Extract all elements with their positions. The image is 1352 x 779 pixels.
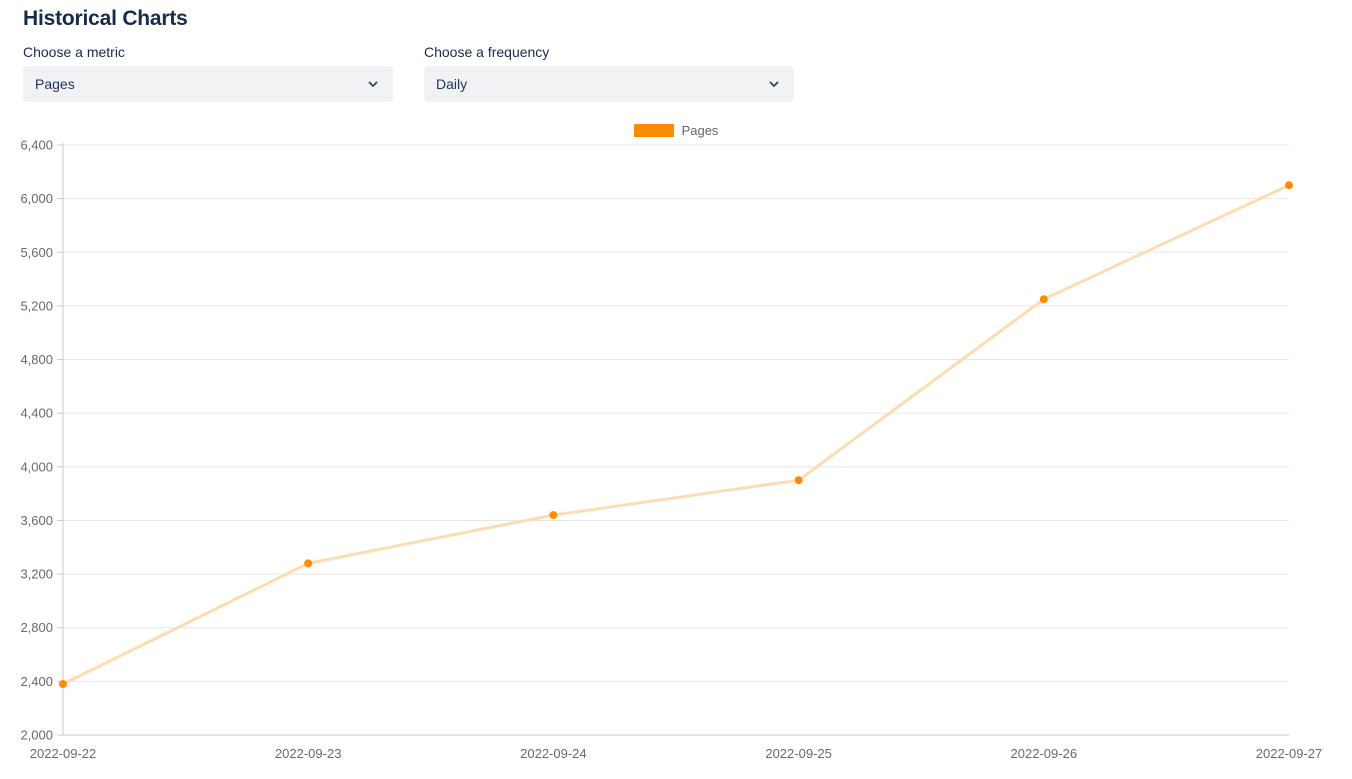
y-tick-label: 2,400 <box>20 674 53 689</box>
chevron-down-icon <box>768 78 780 90</box>
x-tick-label: 2022-09-23 <box>275 746 342 761</box>
x-tick-label: 2022-09-27 <box>1256 746 1323 761</box>
data-point[interactable] <box>549 511 557 519</box>
line-chart-canvas: 2,000 2,400 2,800 3,200 3,600 4,000 4,400 4,800… <box>0 137 1352 779</box>
y-tick-label: 3,200 <box>20 567 53 582</box>
data-point[interactable] <box>795 476 803 484</box>
y-tick-label: 5,200 <box>20 298 53 313</box>
x-tick-label: 2022-09-26 <box>1011 746 1078 761</box>
historical-chart: 2,000 2,400 2,800 3,200 3,600 4,000 4,400 4,800… <box>0 137 1352 779</box>
x-tick-label: 2022-09-24 <box>520 746 587 761</box>
data-point[interactable] <box>1040 295 1048 303</box>
x-tick-label: 2022-09-22 <box>30 746 97 761</box>
metric-label: Choose a metric <box>23 44 393 60</box>
frequency-select-value: Daily <box>436 76 467 92</box>
metric-control: Choose a metric Pages <box>23 44 393 102</box>
metric-select-value: Pages <box>35 76 75 92</box>
frequency-select[interactable]: Daily <box>424 66 794 102</box>
legend-label-pages: Pages <box>682 123 719 138</box>
legend-swatch-pages <box>634 124 674 137</box>
frequency-label: Choose a frequency <box>424 44 794 60</box>
data-point[interactable] <box>304 559 312 567</box>
chevron-down-icon <box>367 78 379 90</box>
data-point[interactable] <box>1285 181 1293 189</box>
metric-select[interactable]: Pages <box>23 66 393 102</box>
chart-controls: Choose a metric Pages Choose a frequency… <box>23 44 1352 102</box>
y-tick-label: 6,000 <box>20 191 53 206</box>
y-tick-label: 2,800 <box>20 620 53 635</box>
chart-legend: Pages <box>0 123 1352 137</box>
y-tick-label: 2,000 <box>20 728 53 743</box>
y-tick-label: 6,400 <box>20 138 53 153</box>
historical-charts-page: Historical Charts Choose a metric Pages … <box>0 0 1352 779</box>
frequency-control: Choose a frequency Daily <box>424 44 794 102</box>
y-tick-label: 5,600 <box>20 245 53 260</box>
page-title: Historical Charts <box>23 6 1352 32</box>
x-tick-label: 2022-09-25 <box>765 746 832 761</box>
y-tick-label: 4,400 <box>20 406 53 421</box>
y-tick-label: 3,600 <box>20 513 53 528</box>
y-tick-label: 4,800 <box>20 352 53 367</box>
y-tick-label: 4,000 <box>20 459 53 474</box>
data-point[interactable] <box>59 680 67 688</box>
series-line-pages <box>63 185 1289 684</box>
